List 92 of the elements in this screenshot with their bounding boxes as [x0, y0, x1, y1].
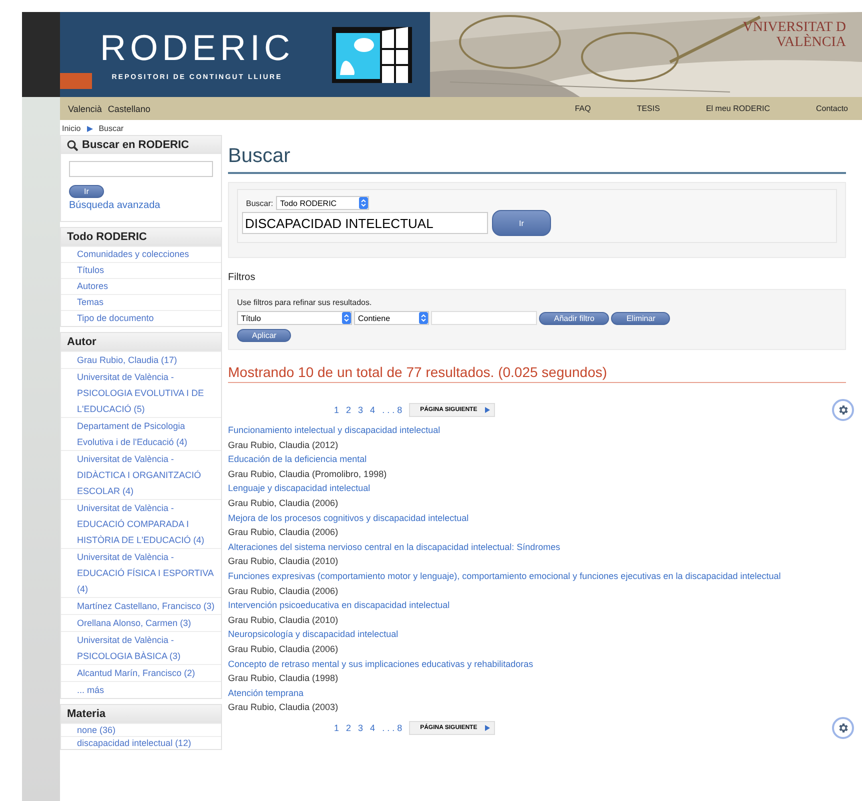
page-link[interactable]: 4 — [370, 405, 376, 415]
browse-link[interactable]: Universitat de València - EDUCACIÓ FÍSICA I ESPORTIVA (4) — [61, 548, 221, 597]
next-arrow-icon — [485, 724, 490, 731]
result-title-link[interactable]: Alteraciones del sistema nervioso central en la discapacidad intelectual: Síndromes — [228, 540, 846, 554]
university-logo-text: VALÈNCIA — [776, 35, 846, 50]
breadcrumb-link[interactable]: Inicio — [62, 124, 81, 133]
browse-link[interactable]: Universitat de València - PSICOLOGIA BÀSICA (3) — [61, 631, 221, 664]
browse-link[interactable]: Autores — [61, 278, 221, 294]
add-filter-button[interactable]: Añadir filtro — [539, 312, 610, 324]
result-metadata: Grau Rubio, Claudia (1998) — [228, 672, 340, 686]
result-metadata: Grau Rubio, Claudia (2006) — [228, 642, 340, 656]
breadcrumb-arrow-icon — [86, 126, 93, 132]
browse-link[interactable]: Universitat de València - PSICOLOGIA EVOLUTIVA I DE L'EDUCACIÓ (5) — [61, 368, 221, 417]
browse-link[interactable]: Temas — [61, 294, 221, 310]
scope-label: Buscar: — [246, 198, 274, 208]
settings-icon — [837, 404, 849, 416]
filter-hint: Use filtros para refinar sus resultados. — [237, 298, 373, 307]
browse-link[interactable]: Orellana Alonso, Carmen (3) — [61, 614, 221, 631]
page-title: Buscar — [228, 145, 846, 174]
section-title: Filtros — [228, 272, 256, 283]
settings-icon — [837, 722, 849, 734]
next-arrow-icon — [485, 407, 490, 413]
browse-link[interactable]: discapacidad intelectual (12) — [61, 736, 221, 749]
page-link[interactable]: 3 — [358, 722, 364, 733]
result-metadata: Grau Rubio, Claudia (2006) — [228, 584, 340, 598]
select-arrow-icon — [419, 312, 428, 324]
remove-filter-button[interactable]: Eliminar — [611, 312, 670, 324]
result-title-link[interactable]: Educación de la deficiencia mental — [228, 452, 846, 467]
browse-link[interactable]: Martínez Castellano, Francisco (3) — [61, 597, 221, 614]
browse-link[interactable]: Alcantud Marín, Francisco (2) — [61, 664, 221, 681]
browse-link[interactable]: Grau Rubio, Claudia (17) — [61, 351, 221, 368]
select-arrow-icon — [342, 312, 351, 324]
browse-link[interactable]: Universitat de València - DIDÀCTICA I ORGANITZACIÓ ESCOLAR (4) — [61, 450, 221, 499]
page-link[interactable]: 2 — [346, 405, 352, 415]
settings-button[interactable] — [832, 399, 854, 421]
operator-select[interactable]: Contiene — [354, 311, 429, 325]
browse-link[interactable]: none (36) — [61, 723, 221, 736]
result-metadata: Grau Rubio, Claudia (2006) — [228, 526, 340, 540]
results-summary: Mostrando 10 de un total de 77 resultados. (0.025 segundos) — [228, 364, 846, 383]
browse-link[interactable]: Títulos — [61, 262, 221, 278]
panel-title: Materia — [61, 705, 221, 723]
result-title-link[interactable]: Mejora de los procesos cognitivos y discapacidad intelectual — [228, 510, 846, 526]
go-button[interactable]: Ir — [492, 210, 551, 236]
result-metadata: Grau Rubio, Claudia (2010) — [228, 614, 340, 627]
result-title-link[interactable]: Concepto de retraso mental y sus implicaciones educativas y rehabilitadoras — [228, 656, 846, 672]
nav-link[interactable]: El meu RODERIC — [706, 104, 770, 113]
result-title-link[interactable]: Lenguaje y discapacidad intelectual — [228, 481, 846, 496]
result-metadata: Grau Rubio, Claudia (2010) — [228, 555, 340, 568]
result-title-link[interactable]: Intervención psicoeducativa en discapacidad intelectual — [228, 598, 846, 613]
result-metadata: Grau Rubio, Claudia (2003) — [228, 701, 340, 714]
filter-value-field[interactable] — [431, 311, 537, 325]
result-title-link[interactable]: Funcionamiento intelectual y discapacidad intelectual — [228, 423, 846, 438]
page-link[interactable]: 2 — [346, 722, 352, 733]
panel-title: Todo RODERIC — [61, 228, 221, 246]
search-field[interactable] — [69, 161, 213, 177]
breadcrumb-link[interactable]: Buscar — [98, 124, 124, 133]
panel-title: Autor — [61, 333, 221, 351]
language-link[interactable]: Castellano — [108, 104, 150, 114]
site-logo[interactable]: RODERIC — [100, 28, 294, 68]
go-button[interactable]: Ir — [69, 185, 104, 198]
result-title-link[interactable]: Funciones expresivas (comportamiento motor y lenguaje), comportamiento emocional y funciones ejecutivas en la discapacidad intelectual — [228, 568, 846, 584]
language-link[interactable]: Valencià — [68, 104, 102, 114]
query-field[interactable]: DISCAPACIDAD INTELECTUAL — [242, 212, 488, 234]
browse-link[interactable]: Comunidades y colecciones — [61, 246, 221, 262]
page-link[interactable]: 3 — [358, 405, 364, 415]
result-metadata: Grau Rubio, Claudia (2012) — [228, 438, 340, 452]
page-link[interactable]: 1 — [334, 405, 340, 415]
result-metadata: Grau Rubio, Claudia (2006) — [228, 496, 340, 510]
settings-button[interactable] — [832, 716, 854, 739]
select-arrow-icon — [359, 197, 368, 209]
result-title-link[interactable]: Neuropsicología y discapacidad intelectual — [228, 627, 846, 642]
search-icon — [67, 140, 78, 150]
accent-block — [60, 73, 92, 89]
page-link[interactable]: . . . 8 — [382, 405, 402, 415]
nav-link[interactable]: TESIS — [636, 104, 660, 113]
browse-link[interactable]: ... más — [61, 681, 221, 698]
browse-link[interactable]: Departament de Psicologia Evolutiva i de l'Educació (4) — [61, 417, 221, 450]
nav-link[interactable]: FAQ — [574, 104, 591, 113]
result-metadata: Grau Rubio, Claudia (Promolibro, 1998) — [228, 468, 388, 481]
field-select[interactable]: Título — [237, 311, 352, 325]
result-title-link[interactable]: Atención temprana — [228, 686, 846, 700]
university-logo-text: VNIVERSITAT D — [742, 20, 846, 35]
page-link[interactable]: 1 — [334, 722, 340, 733]
advanced-search-link[interactable]: Búsqueda avanzada — [69, 200, 160, 211]
browse-link[interactable]: Universitat de València - EDUCACIÓ COMPARADA I HISTÒRIA DE L'EDUCACIÓ (4) — [61, 499, 221, 548]
scope-select[interactable]: Todo RODERIC — [276, 196, 370, 210]
browse-link[interactable]: Tipo de documento — [61, 310, 221, 326]
nav-link[interactable]: Contacto — [816, 104, 854, 113]
panel-title: Buscar en RODERIC — [82, 139, 189, 151]
page-link[interactable]: 4 — [370, 722, 376, 733]
page-link[interactable]: . . . 8 — [382, 722, 402, 733]
apply-button[interactable]: Aplicar — [237, 329, 292, 342]
